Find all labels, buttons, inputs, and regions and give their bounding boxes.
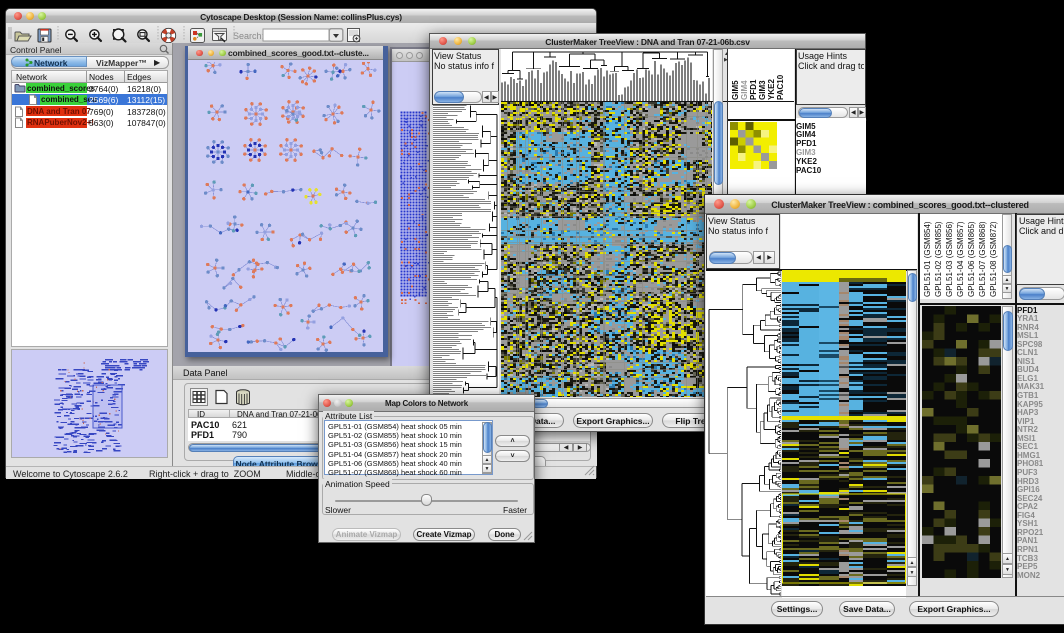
svg-text:GIM5: GIM5	[731, 80, 740, 100]
svg-text:GPL51-07 (GSM868): GPL51-07 (GSM868)	[978, 221, 987, 297]
svg-text:GPL51-02 (GSM855): GPL51-02 (GSM855)	[934, 221, 943, 297]
svg-text:GPL51-08 (GSM872): GPL51-08 (GSM872)	[989, 221, 998, 297]
svg-text:GPL51-01 (GSM854): GPL51-01 (GSM854)	[923, 221, 932, 297]
svg-text:PAC10: PAC10	[776, 74, 785, 100]
svg-text:GPL51-06 (GSM865): GPL51-06 (GSM865)	[967, 221, 976, 297]
svg-text:YKE2: YKE2	[767, 79, 776, 100]
svg-text:GPL51-03 (GSM856): GPL51-03 (GSM856)	[945, 221, 954, 297]
svg-text:GPL51-04 (GSM857): GPL51-04 (GSM857)	[956, 221, 965, 297]
svg-text:PFD1: PFD1	[749, 79, 758, 100]
svg-text:GIM3: GIM3	[758, 80, 767, 100]
svg-text:GIM4: GIM4	[740, 80, 749, 100]
svg-text:Search:: Search:	[233, 31, 264, 41]
